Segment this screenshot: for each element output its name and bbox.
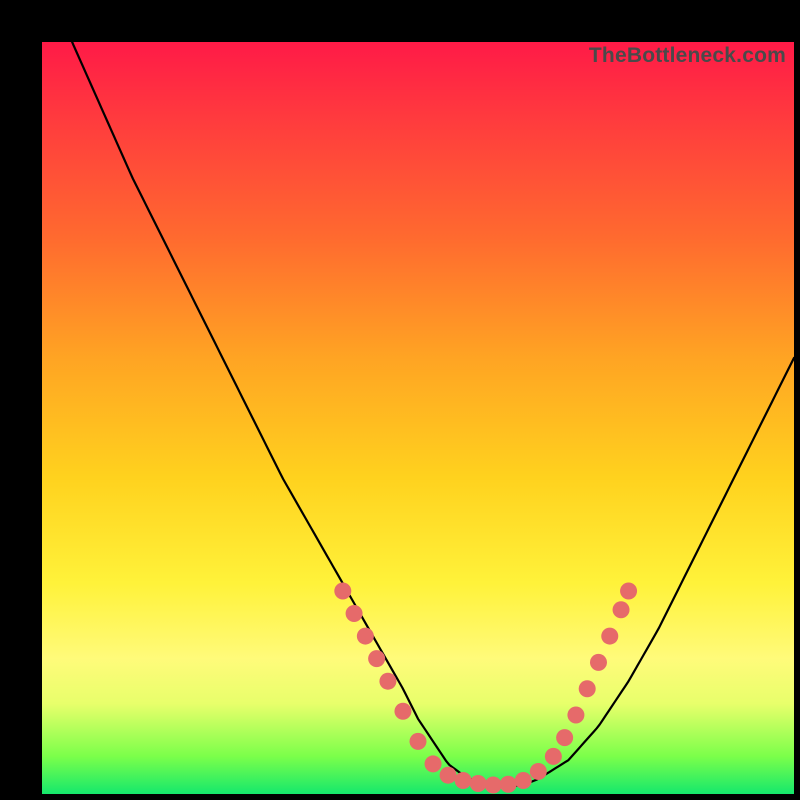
curve-marker: [556, 729, 573, 746]
curve-marker: [357, 628, 374, 645]
curve-marker: [601, 628, 618, 645]
curve-marker: [334, 582, 351, 599]
curve-marker: [425, 755, 442, 772]
curve-marker: [346, 605, 363, 622]
bottleneck-curve-path: [42, 0, 794, 786]
curve-marker: [440, 767, 457, 784]
curve-marker: [470, 775, 487, 792]
chart-frame: TheBottleneck.com: [18, 18, 782, 782]
curve-marker: [368, 650, 385, 667]
curve-marker: [545, 748, 562, 765]
curve-marker: [485, 776, 502, 793]
curve-markers: [334, 582, 637, 793]
curve-marker: [394, 703, 411, 720]
curve-marker: [515, 772, 532, 789]
curve-marker: [613, 601, 630, 618]
curve-marker: [455, 772, 472, 789]
curve-marker: [590, 654, 607, 671]
curve-marker: [379, 673, 396, 690]
curve-marker: [567, 707, 584, 724]
bottleneck-curve-svg: [42, 42, 794, 794]
chart-plot-area: TheBottleneck.com: [42, 42, 794, 794]
curve-marker: [410, 733, 427, 750]
curve-marker: [579, 680, 596, 697]
curve-marker: [530, 763, 547, 780]
curve-marker: [620, 582, 637, 599]
curve-marker: [500, 776, 517, 793]
